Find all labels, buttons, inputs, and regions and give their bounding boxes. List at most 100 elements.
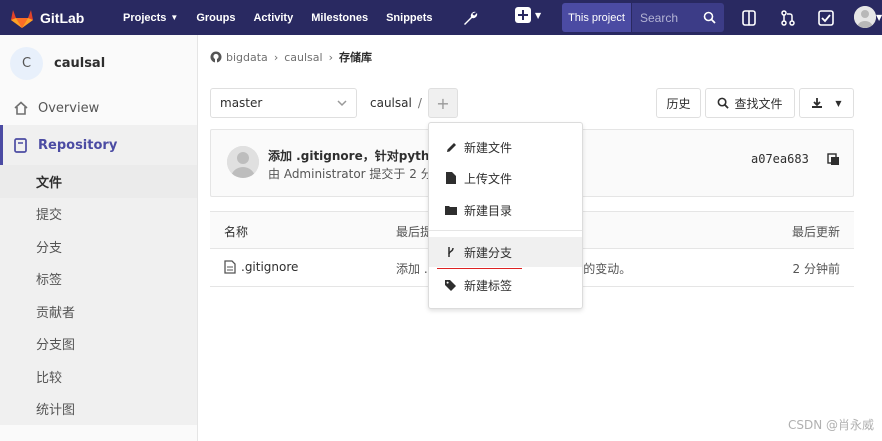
repo-path-root[interactable]: caulsal bbox=[370, 96, 412, 110]
sidebar-sub-files[interactable]: 文件 bbox=[0, 165, 197, 198]
sidebar-sub-branches[interactable]: 分支 bbox=[0, 230, 197, 263]
sidebar-sub-graph[interactable]: 分支图 bbox=[0, 328, 197, 361]
top-navbar: GitLab Projects ▼ Groups Activity Milest… bbox=[0, 0, 882, 35]
breadcrumb-separator: › bbox=[273, 50, 279, 64]
branch-select[interactable]: master bbox=[210, 88, 357, 118]
plus-icon: + bbox=[436, 93, 450, 113]
upload-file-item[interactable]: 上传文件 bbox=[429, 163, 582, 193]
book-icon bbox=[14, 137, 30, 153]
todos-button[interactable] bbox=[816, 8, 836, 28]
brand-name: GitLab bbox=[40, 9, 85, 26]
sidebar-toggle-button[interactable] bbox=[739, 8, 759, 28]
dropdown-item-label: 新建目录 bbox=[464, 203, 513, 218]
user-avatar-icon bbox=[854, 6, 876, 28]
sidebar-panel-icon bbox=[742, 10, 756, 26]
nav-milestones[interactable]: Milestones bbox=[302, 12, 377, 24]
home-icon bbox=[14, 101, 30, 115]
commit-meta: 由 Administrator 提交于 2 分钟前 bbox=[268, 167, 428, 181]
dropdown-item-label: 上传文件 bbox=[464, 171, 513, 186]
new-tag-item[interactable]: 新建标签 bbox=[429, 270, 582, 300]
watermark: CSDN @肖永威 bbox=[787, 418, 874, 432]
history-button[interactable]: 历史 bbox=[656, 88, 701, 118]
file-link[interactable]: .gitignore bbox=[224, 260, 298, 274]
dropdown-divider bbox=[429, 230, 582, 231]
commit-title[interactable]: 添加 .gitignore，针对python bbox=[268, 147, 428, 164]
file-name: .gitignore bbox=[241, 260, 299, 274]
sidebar-item-overview[interactable]: Overview bbox=[0, 91, 197, 125]
new-branch-item[interactable]: 新建分支 bbox=[429, 237, 582, 267]
search-placeholder: Search bbox=[640, 10, 679, 25]
dropdown-item-label: 新建文件 bbox=[464, 140, 513, 155]
sidebar-sub-charts[interactable]: 统计图 bbox=[0, 393, 197, 426]
find-file-label: 查找文件 bbox=[734, 96, 783, 111]
sidebar-item-repository[interactable]: Repository bbox=[0, 125, 197, 165]
breadcrumb-current: 存储库 bbox=[338, 51, 372, 64]
nav-milestones-label: Milestones bbox=[311, 11, 369, 24]
download-icon bbox=[812, 98, 823, 108]
new-dropdown-button[interactable]: ▼ bbox=[515, 7, 541, 23]
gitlab-logo-icon bbox=[11, 9, 33, 28]
chevron-down-icon: ▼ bbox=[835, 98, 842, 108]
copy-icon[interactable] bbox=[827, 153, 840, 166]
add-to-tree-dropdown: 新建文件 上传文件 新建目录 新建分支 新建标签 bbox=[428, 122, 583, 309]
download-button[interactable]: ▼ bbox=[799, 88, 854, 118]
gitlab-home-link[interactable]: GitLab bbox=[10, 7, 114, 29]
nav-snippets-label: Snippets bbox=[386, 11, 433, 24]
breadcrumb-project[interactable]: caulsal bbox=[284, 51, 322, 64]
repo-path-separator: / bbox=[417, 96, 422, 110]
pencil-icon bbox=[445, 142, 457, 153]
project-avatar: C bbox=[10, 46, 43, 80]
sidebar-sub-compare[interactable]: 比较 bbox=[0, 360, 197, 393]
header-last-update: 最后更新 bbox=[791, 225, 840, 239]
search-scope-label: This project bbox=[568, 11, 625, 24]
chevron-down-icon: ▼ bbox=[170, 13, 179, 22]
nav-activity[interactable]: Activity bbox=[244, 12, 302, 24]
breadcrumb: bigdata › caulsal › 存储库 bbox=[210, 49, 372, 65]
project-header[interactable]: C caulsal bbox=[0, 35, 197, 91]
search-scope-badge[interactable]: This project bbox=[562, 3, 631, 32]
search-icon bbox=[703, 11, 716, 24]
user-avatar[interactable] bbox=[854, 6, 876, 28]
commit-sha[interactable]: a07ea683 bbox=[751, 152, 809, 166]
search-icon bbox=[718, 97, 730, 109]
nav-projects-label: Projects bbox=[123, 11, 167, 24]
todo-check-icon bbox=[818, 10, 834, 26]
project-sidebar: C caulsal Overview Repository 文件 提交 分支 标… bbox=[0, 35, 198, 441]
nav-activity-label: Activity bbox=[253, 11, 294, 24]
commit-author-avatar[interactable] bbox=[227, 146, 259, 178]
user-avatar-icon bbox=[227, 146, 259, 178]
file-icon bbox=[224, 260, 236, 274]
header-name: 名称 bbox=[224, 225, 249, 239]
sidebar-sub-tags[interactable]: 标签 bbox=[0, 263, 197, 296]
nav-groups-label: Groups bbox=[196, 11, 236, 24]
highlight-underline bbox=[437, 268, 522, 269]
find-file-button[interactable]: 查找文件 bbox=[705, 88, 795, 118]
new-file-item[interactable]: 新建文件 bbox=[429, 132, 582, 162]
branch-select-value: master bbox=[220, 96, 263, 110]
breadcrumb-group[interactable]: bigdata bbox=[226, 51, 268, 64]
merge-requests-button[interactable] bbox=[778, 8, 798, 28]
admin-area-button[interactable] bbox=[458, 6, 482, 30]
add-to-tree-button[interactable]: + bbox=[428, 88, 458, 118]
plus-square-icon bbox=[515, 7, 531, 23]
search-input[interactable]: Search bbox=[632, 3, 724, 32]
dropdown-item-label: 新建标签 bbox=[464, 278, 513, 293]
nav-projects[interactable]: Projects ▼ bbox=[114, 12, 187, 24]
breadcrumb-separator: › bbox=[328, 50, 333, 64]
new-directory-item[interactable]: 新建目录 bbox=[429, 195, 582, 225]
file-icon bbox=[445, 172, 457, 184]
sidebar-sub-commits[interactable]: 提交 bbox=[0, 198, 197, 231]
file-updated: 2 分钟前 bbox=[792, 262, 840, 276]
dropdown-item-label: 新建分支 bbox=[464, 245, 513, 260]
repo-path: caulsal / bbox=[370, 96, 422, 110]
branch-icon bbox=[445, 246, 457, 258]
chevron-down-icon bbox=[337, 100, 347, 107]
wrench-icon bbox=[463, 11, 477, 25]
tag-icon bbox=[445, 279, 457, 291]
folder-icon bbox=[445, 205, 457, 215]
sidebar-sub-contributors[interactable]: 贡献者 bbox=[0, 295, 197, 328]
history-button-label: 历史 bbox=[666, 96, 691, 111]
nav-snippets[interactable]: Snippets bbox=[377, 12, 441, 24]
chevron-down-icon: ▼ bbox=[876, 13, 882, 22]
nav-groups[interactable]: Groups bbox=[187, 12, 244, 24]
